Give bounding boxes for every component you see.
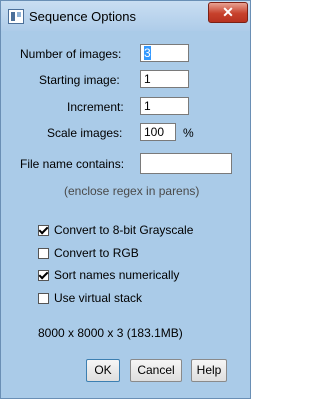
- num-images-label: Number of images:: [20, 47, 122, 61]
- scale-label: Scale images:: [47, 126, 123, 140]
- scale-input[interactable]: 100: [140, 123, 176, 141]
- convert-rgb-checkbox[interactable]: [38, 248, 49, 259]
- file-name-input[interactable]: [140, 153, 232, 174]
- title-bar[interactable]: Sequence Options ✕: [1, 1, 250, 31]
- scale-value: 100: [144, 125, 165, 139]
- ok-button[interactable]: OK: [86, 359, 120, 382]
- stack-size-info: 8000 x 8000 x 3 (183.1MB): [38, 326, 183, 340]
- start-image-value: 1: [144, 72, 151, 86]
- start-image-input[interactable]: 1: [140, 70, 189, 88]
- convert-8bit-checkbox[interactable]: [38, 225, 49, 236]
- increment-value: 1: [144, 99, 151, 113]
- start-image-label: Starting image:: [39, 73, 120, 87]
- close-button[interactable]: ✕: [208, 2, 248, 23]
- virtual-stack-label: Use virtual stack: [54, 291, 143, 305]
- scale-unit: %: [183, 126, 194, 140]
- increment-label: Increment:: [67, 100, 124, 114]
- window-title: Sequence Options: [29, 9, 136, 24]
- increment-input[interactable]: 1: [140, 97, 189, 115]
- app-icon: [8, 9, 24, 24]
- convert-rgb-label: Convert to RGB: [54, 246, 139, 260]
- sort-numerically-checkbox[interactable]: [38, 270, 49, 281]
- virtual-stack-checkbox[interactable]: [38, 293, 49, 304]
- regex-hint: (enclose regex in parens): [64, 184, 200, 198]
- sort-numerically-label: Sort names numerically: [54, 268, 180, 282]
- convert-8bit-label: Convert to 8-bit Grayscale: [54, 223, 194, 237]
- num-images-input[interactable]: 3: [140, 44, 189, 62]
- file-name-label: File name contains:: [20, 157, 125, 171]
- cancel-button[interactable]: Cancel: [130, 359, 182, 382]
- num-images-value: 3: [144, 46, 151, 60]
- help-button[interactable]: Help: [191, 359, 227, 382]
